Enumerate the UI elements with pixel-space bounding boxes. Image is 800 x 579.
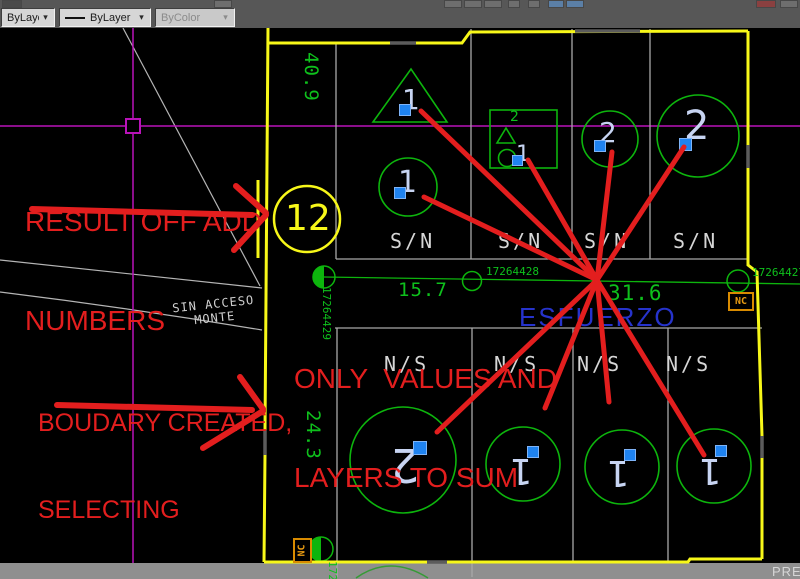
annotation-boundary-line1: BOUDARY CREATED, — [38, 409, 293, 437]
color-control-dropdown[interactable]: ByLayer ▾ — [1, 8, 55, 27]
grip-square[interactable] — [715, 445, 727, 457]
toolbar-icon-partial[interactable] — [548, 0, 564, 8]
grip-square[interactable] — [594, 140, 606, 152]
count-value-rect-badge[interactable]: 2 — [510, 109, 519, 125]
lot-label-sn-2[interactable]: S/N — [498, 229, 543, 253]
lot-label-sn-1[interactable]: S/N — [390, 229, 435, 253]
status-text: PRE — [772, 564, 800, 579]
grip-square[interactable] — [394, 187, 406, 199]
annotation-sum-line2: LAYERS TO SUM — [294, 462, 519, 493]
survey-id-right[interactable]: 17264427 — [752, 266, 800, 279]
toolbar-icon-partial[interactable] — [484, 0, 502, 8]
lineweight-control-dropdown: ByColor ▾ — [155, 8, 235, 27]
linetype-control-value: ByLayer — [90, 11, 131, 24]
grip-square[interactable] — [512, 155, 523, 166]
dim-top-side[interactable]: 40.9 — [300, 52, 322, 102]
chevron-down-icon: ▾ — [223, 12, 228, 22]
nc-tag[interactable]: NC — [728, 292, 754, 311]
linetype-control-dropdown[interactable]: ByLayer ▾ — [59, 8, 151, 27]
grip-square[interactable] — [679, 138, 692, 151]
result-total-value[interactable]: 12 — [285, 201, 331, 237]
lot-label-ns-3[interactable]: N/S — [577, 352, 622, 376]
grip-square[interactable] — [624, 449, 636, 461]
grip-square[interactable] — [399, 104, 411, 116]
toolbar-icon-partial[interactable] — [566, 0, 584, 8]
annotation-sum: ONLY VALUES AND LAYERS TO SUM — [294, 296, 557, 560]
annotation-result-line1: RESULT OFF ADD — [25, 206, 263, 237]
toolbar-icon-partial[interactable] — [508, 0, 520, 8]
survey-id-bottom-clipped[interactable]: 172 — [326, 561, 339, 579]
annotation-boundary: BOUDARY CREATED, SELECTING MULTIPLE VERT… — [38, 351, 292, 579]
toolbar-icon-partial[interactable] — [444, 0, 462, 8]
linetype-sample-icon — [65, 16, 85, 19]
lot-label-sn-3[interactable]: S/N — [584, 229, 629, 253]
magenta-node-marker[interactable] — [125, 118, 141, 134]
properties-toolbar: ByLayer ▾ ByLayer ▾ ByColor ▾ — [0, 0, 800, 28]
toolbar-icon-partial[interactable] — [780, 0, 798, 8]
toolbar-icon-partial[interactable] — [2, 0, 22, 8]
autocad-window: ByLayer ▾ ByLayer ▾ ByColor ▾ — [0, 0, 800, 579]
annotation-result-line2: NUMBERS — [25, 305, 166, 336]
toolbar-icon-partial[interactable] — [756, 0, 776, 8]
toolbar-icon-partial[interactable] — [528, 0, 540, 8]
survey-id-mid[interactable]: 17264428 — [486, 265, 539, 278]
annotation-sum-line1: ONLY VALUES AND — [294, 363, 557, 394]
color-control-value: ByLayer — [7, 11, 39, 24]
annotation-boundary-line2: SELECTING — [38, 496, 180, 524]
toolbar-icon-partial[interactable] — [464, 0, 482, 8]
chevron-down-icon[interactable]: ▾ — [135, 12, 148, 23]
toolbar-icon-partial[interactable] — [214, 0, 232, 8]
lot-label-ns-4[interactable]: N/S — [666, 352, 711, 376]
lineweight-control-value: ByColor — [161, 11, 201, 24]
chevron-down-icon[interactable]: ▾ — [39, 12, 52, 23]
lot-label-sn-4[interactable]: S/N — [673, 229, 718, 253]
